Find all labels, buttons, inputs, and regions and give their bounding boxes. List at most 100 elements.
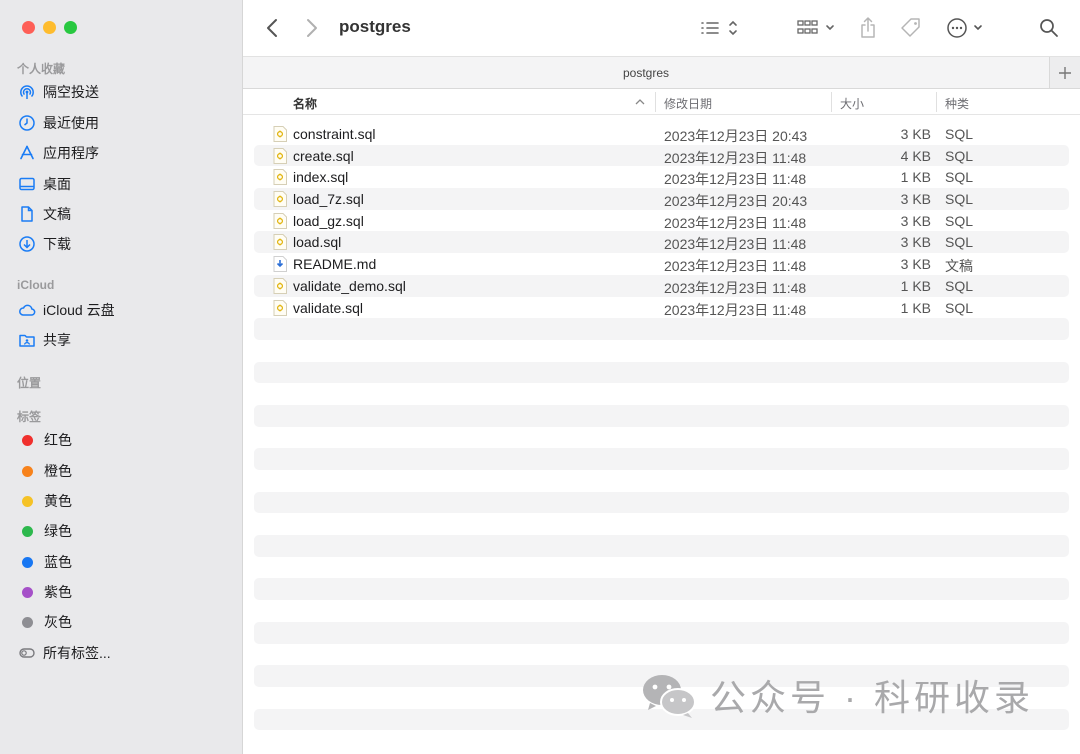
sidebar-tag-gray[interactable]: 灰色	[17, 611, 72, 633]
file-row[interactable]: validate.sql 2023年12月23日 11:48 1 KB SQL	[254, 297, 1069, 319]
column-divider[interactable]	[831, 92, 832, 112]
file-date: 2023年12月23日 11:48	[664, 236, 807, 253]
file-row[interactable]: create.sql 2023年12月23日 11:48 4 KB SQL	[254, 144, 1069, 167]
file-name: index.sql	[293, 169, 349, 186]
sql-file-icon	[273, 277, 287, 294]
file-row[interactable]: load_gz.sql 2023年12月23日 11:48 3 KB SQL	[254, 210, 1069, 232]
sidebar-item-label: 红色	[44, 432, 72, 448]
file-kind: SQL	[945, 169, 974, 186]
sidebar-item-label: 下载	[43, 236, 71, 252]
icloud-header: iCloud	[17, 278, 55, 292]
grid-icon	[797, 20, 834, 34]
sidebar-tag-blue[interactable]: 蓝色	[17, 551, 72, 573]
sidebar-item-label: 橙色	[44, 463, 72, 479]
empty-row	[254, 621, 1069, 644]
column-name-header[interactable]: 名称	[293, 95, 317, 112]
window-title: postgres	[339, 17, 411, 36]
sidebar-tag-purple[interactable]: 紫色	[17, 581, 72, 603]
tags-header[interactable]: 标签	[17, 408, 41, 425]
locations-header[interactable]: 位置	[17, 374, 41, 391]
file-row[interactable]: README.md 2023年12月23日 11:48 3 KB 文稿	[254, 253, 1069, 275]
file-row[interactable]: load_7z.sql 2023年12月23日 20:43 3 KB SQL	[254, 188, 1069, 210]
file-name: validate_demo.sql	[293, 277, 406, 294]
sidebar-tag-yellow[interactable]: 黄色	[17, 490, 72, 512]
view-options-button[interactable]	[699, 16, 741, 40]
empty-row	[254, 470, 1069, 492]
zoom-window-button[interactable]	[64, 21, 77, 34]
share-icon	[861, 17, 875, 38]
sidebar-item-label: 黄色	[44, 493, 72, 509]
empty-row	[254, 404, 1069, 427]
tag-color-dot	[22, 525, 33, 537]
column-divider[interactable]	[936, 92, 937, 112]
more-actions-button[interactable]	[946, 16, 988, 40]
file-name: load_7z.sql	[293, 191, 364, 208]
airdrop-icon	[17, 82, 37, 102]
sql-file-icon	[273, 299, 287, 316]
cloud-icon	[17, 300, 37, 320]
document-icon	[17, 204, 37, 224]
sql-file-icon	[273, 191, 287, 208]
favorites-header: 个人收藏	[17, 62, 66, 76]
group-button[interactable]	[796, 16, 838, 40]
sidebar-item-recents[interactable]: 最近使用	[17, 112, 99, 134]
file-row[interactable]: constraint.sql 2023年12月23日 20:43 3 KB SQL	[254, 123, 1069, 145]
back-button[interactable]	[261, 16, 283, 40]
sidebar-all-tags[interactable]: 所有标签...	[17, 642, 111, 664]
sidebar-item-airdrop[interactable]: 隔空投送	[17, 81, 99, 103]
file-row[interactable]: validate_demo.sql 2023年12月23日 11:48 1 KB SQ…	[254, 274, 1069, 297]
desktop-icon	[17, 174, 37, 194]
download-icon	[17, 234, 37, 254]
forward-button[interactable]	[301, 16, 323, 40]
empty-row	[254, 448, 1069, 470]
sidebar-item-documents[interactable]: 文稿	[17, 203, 71, 225]
column-size-header[interactable]: 大小	[840, 95, 864, 112]
sidebar-item-label: 最近使用	[43, 115, 99, 131]
file-name: load_gz.sql	[293, 212, 364, 229]
share-button[interactable]	[856, 15, 880, 41]
sidebar-item-shared[interactable]: 共享	[17, 329, 71, 351]
sidebar-item-label: 文稿	[43, 206, 71, 222]
sidebar-item-label: iCloud 云盘	[43, 302, 115, 318]
file-kind: SQL	[945, 234, 974, 251]
tag-button[interactable]	[898, 15, 924, 41]
all-tags-icon	[17, 643, 37, 663]
sidebar-item-label: 紫色	[44, 584, 72, 600]
sidebar-item-downloads[interactable]: 下载	[17, 233, 71, 255]
markdown-file-icon	[273, 256, 287, 273]
file-row[interactable]: load.sql 2023年12月23日 11:48 3 KB SQL	[254, 231, 1069, 254]
empty-row	[254, 535, 1069, 557]
close-window-button[interactable]	[22, 21, 35, 34]
sidebar-item-label: 桌面	[43, 176, 71, 192]
search-button[interactable]	[1037, 16, 1061, 40]
column-divider[interactable]	[655, 92, 656, 112]
column-date-header[interactable]: 修改日期	[664, 95, 712, 112]
empty-row	[254, 600, 1069, 622]
file-name: create.sql	[293, 147, 354, 164]
sql-file-icon	[273, 147, 287, 164]
sidebar-item-label: 绿色	[44, 523, 72, 539]
empty-row	[254, 427, 1069, 449]
sidebar-tag-green[interactable]: 绿色	[17, 520, 72, 542]
minimize-window-button[interactable]	[43, 21, 56, 34]
sidebar-item-icloud-drive[interactable]: iCloud 云盘	[17, 299, 115, 321]
watermark-text: 公众号 · 科研收录	[710, 677, 1034, 718]
file-size: 1 KB	[900, 169, 931, 186]
sql-file-icon	[273, 169, 287, 186]
sort-ascending-icon[interactable]	[635, 98, 645, 105]
file-date: 2023年12月23日 20:43	[664, 193, 808, 210]
file-row[interactable]: index.sql 2023年12月23日 11:48 1 KB SQL	[254, 166, 1069, 188]
sidebar-item-label: 所有标签...	[43, 645, 111, 661]
empty-row	[254, 318, 1069, 340]
sidebar-item-applications[interactable]: 应用程序	[17, 142, 99, 164]
file-kind: SQL	[945, 277, 974, 294]
sidebar-tag-orange[interactable]: 橙色	[17, 460, 72, 482]
file-date: 2023年12月23日 20:43	[664, 128, 808, 144]
column-kind-header[interactable]: 种类	[945, 95, 969, 112]
sidebar-tag-red[interactable]: 红色	[17, 429, 72, 451]
tag-color-dot	[22, 556, 33, 568]
sidebar-item-desktop[interactable]: 桌面	[17, 173, 71, 195]
file-size: 1 KB	[900, 277, 931, 294]
new-tab-button[interactable]	[1049, 57, 1080, 88]
tab-postgres[interactable]: postgres	[243, 66, 1049, 80]
